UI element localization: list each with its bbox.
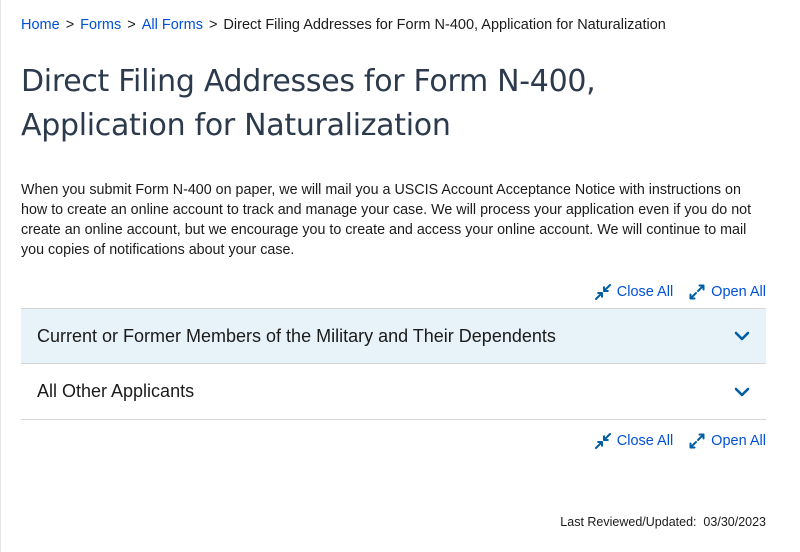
accordion: Current or Former Members of the Militar…	[21, 308, 766, 420]
expand-icon	[689, 284, 705, 300]
accordion-item-all-other[interactable]: All Other Applicants	[21, 364, 766, 420]
chevron-down-icon	[734, 331, 750, 341]
close-all-label: Close All	[616, 284, 674, 300]
breadcrumb-forms[interactable]: Forms	[80, 17, 121, 33]
breadcrumb-separator: >	[127, 17, 136, 33]
last-reviewed: Last Reviewed/Updated: 03/30/2023	[560, 515, 766, 529]
page-title: Direct Filing Addresses for Form N-400, …	[21, 64, 596, 143]
intro-paragraph: When you submit Form N-400 on paper, we …	[21, 182, 752, 258]
breadcrumb-all-forms[interactable]: All Forms	[142, 17, 203, 33]
open-all-button[interactable]: Open All	[689, 282, 766, 302]
accordion-controls-bottom: Close All Open All	[594, 431, 766, 451]
accordion-item-military[interactable]: Current or Former Members of the Militar…	[21, 308, 766, 364]
left-border	[0, 0, 1, 552]
expand-icon	[689, 433, 705, 449]
collapse-icon	[594, 284, 611, 300]
accordion-item-title: Current or Former Members of the Militar…	[37, 325, 556, 346]
chevron-down-icon	[734, 387, 750, 396]
accordion-controls-top: Close All Open All	[594, 282, 766, 302]
open-all-label: Open All	[711, 284, 766, 300]
close-all-button[interactable]: Close All	[594, 282, 674, 302]
breadcrumb-separator: >	[208, 17, 218, 33]
close-all-label: Close All	[616, 433, 674, 449]
breadcrumb-current: Direct Filing Addresses for Form N-400, …	[223, 17, 666, 33]
breadcrumb-separator: >	[65, 17, 75, 33]
open-all-label: Open All	[711, 433, 766, 449]
accordion-item-title: All Other Applicants	[37, 381, 195, 401]
breadcrumb: Home > Forms > All Forms > Direct Filing Addre…	[21, 15, 666, 35]
close-all-button[interactable]: Close All	[594, 431, 674, 451]
breadcrumb-home[interactable]: Home	[21, 17, 60, 33]
open-all-button[interactable]: Open All	[689, 431, 766, 451]
collapse-icon	[594, 433, 611, 449]
